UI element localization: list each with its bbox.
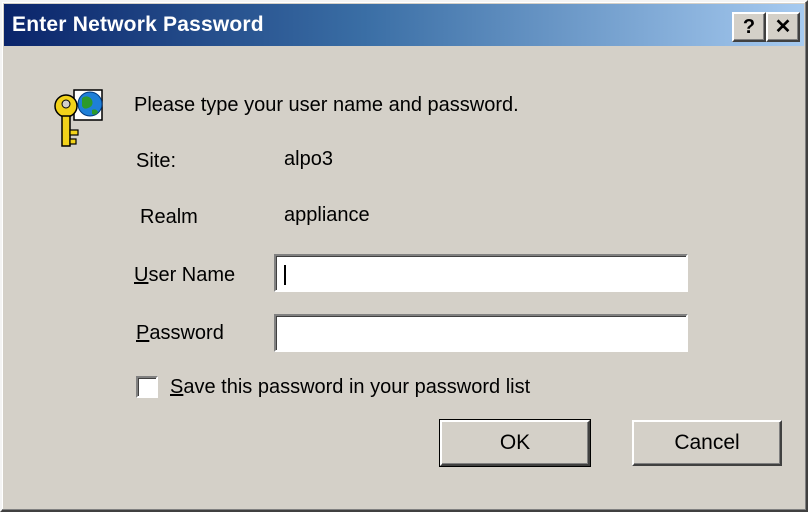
ok-button-label: OK	[499, 431, 531, 454]
username-label-rest: ser Name	[148, 264, 236, 286]
close-button[interactable]: ✕	[766, 12, 800, 42]
site-label: Site:	[136, 150, 177, 172]
help-icon: ?	[742, 16, 756, 38]
password-label: Password	[136, 322, 224, 345]
ok-button[interactable]: OK	[439, 419, 591, 467]
dialog-title: Enter Network Password	[12, 13, 264, 36]
username-field[interactable]	[274, 254, 688, 292]
username-label: User Name	[134, 264, 235, 287]
cancel-button-label: Cancel	[674, 431, 740, 454]
close-icon: ✕	[774, 16, 792, 38]
password-field[interactable]	[274, 314, 688, 352]
realm-value: appliance	[284, 204, 370, 226]
password-accel: P	[136, 322, 150, 344]
title-bar[interactable]: Enter Network Password ? ✕	[4, 4, 804, 46]
key-globe-icon	[52, 84, 112, 154]
password-label-rest: assword	[149, 322, 224, 344]
save-password-label[interactable]: Save this password in your password list	[170, 376, 530, 399]
save-password-checkbox[interactable]	[136, 376, 158, 398]
help-button[interactable]: ?	[732, 12, 766, 42]
realm-label: Realm	[140, 206, 198, 228]
save-password-label-rest: ave this password in your password list	[183, 376, 531, 398]
save-password-accel: S	[170, 376, 184, 398]
cancel-button[interactable]: Cancel	[632, 420, 782, 466]
text-caret	[284, 265, 286, 285]
network-password-dialog: Enter Network Password ? ✕ Please type y…	[0, 0, 808, 512]
username-accel: U	[134, 264, 149, 286]
prompt-text: Please type your user name and password.	[134, 94, 519, 116]
site-value: alpo3	[284, 148, 333, 170]
